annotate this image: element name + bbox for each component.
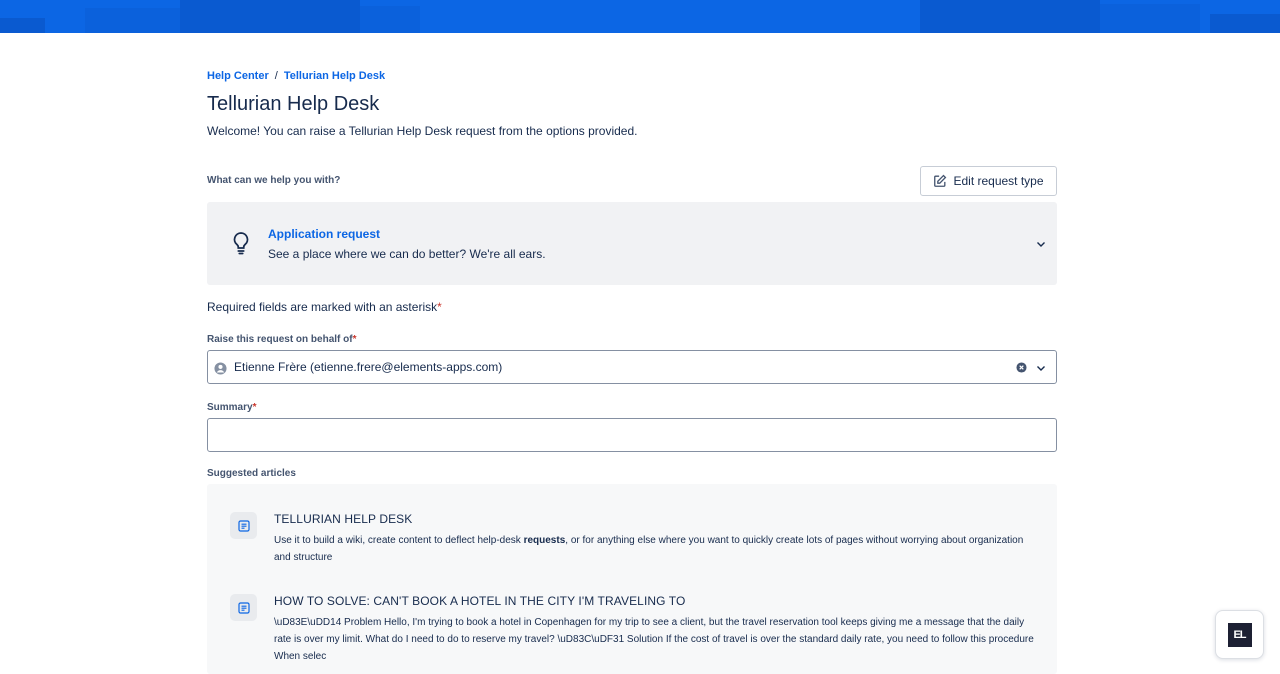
- required-fields-note: Required fields are marked with an aster…: [207, 300, 442, 314]
- on-behalf-label-text: Raise this request on behalf of: [207, 334, 353, 345]
- document-icon: [230, 594, 257, 621]
- request-type-description: See a place where we can do better? We'r…: [268, 247, 546, 261]
- document-icon: [230, 512, 257, 539]
- selected-request-type[interactable]: Application request See a place where we…: [207, 202, 1057, 285]
- page-title: Tellurian Help Desk: [207, 93, 380, 115]
- suggested-articles-label: Suggested articles: [207, 468, 296, 479]
- on-behalf-value: Etienne Frère (etienne.frere@elements-ap…: [234, 360, 503, 374]
- breadcrumb-separator: /: [274, 70, 278, 82]
- chevron-down-icon[interactable]: [1036, 239, 1046, 249]
- clear-icon[interactable]: [1016, 362, 1027, 373]
- summary-label: Summary*: [207, 402, 256, 413]
- on-behalf-label: Raise this request on behalf of*: [207, 334, 357, 345]
- welcome-text: Welcome! You can raise a Tellurian Help …: [207, 124, 638, 138]
- breadcrumb: Help Center / Tellurian Help Desk: [207, 70, 385, 82]
- request-type-label: What can we help you with?: [207, 175, 341, 186]
- header-banner: [0, 0, 1280, 33]
- chevron-down-icon[interactable]: [1036, 363, 1046, 373]
- breadcrumb-help-desk[interactable]: Tellurian Help Desk: [284, 70, 385, 82]
- elements-logo: EL: [1227, 622, 1252, 647]
- lightbulb-icon: [233, 232, 249, 255]
- request-type-title[interactable]: Application request: [268, 227, 380, 241]
- required-asterisk: *: [437, 300, 442, 314]
- suggested-articles-list: TELLURIAN HELP DESK Use it to build a wi…: [207, 484, 1057, 674]
- article-excerpt-highlight: requests: [523, 535, 566, 546]
- breadcrumb-help-center[interactable]: Help Center: [207, 70, 269, 82]
- article-excerpt-start: Use it to build a wiki, create content t…: [274, 535, 524, 546]
- summary-input[interactable]: [207, 418, 1057, 452]
- article-title[interactable]: HOW TO SOLVE: CAN'T BOOK A HOTEL IN THE …: [274, 594, 685, 608]
- article-excerpt: Use it to build a wiki, create content t…: [274, 532, 1034, 566]
- elements-app-badge[interactable]: EL: [1215, 610, 1264, 659]
- required-asterisk: *: [352, 334, 357, 345]
- edit-request-type-label: Edit request type: [953, 174, 1044, 188]
- edit-request-type-button[interactable]: Edit request type: [920, 166, 1057, 196]
- required-asterisk: *: [252, 402, 257, 413]
- article-title[interactable]: TELLURIAN HELP DESK: [274, 512, 412, 526]
- user-avatar-icon: [214, 362, 227, 375]
- summary-label-text: Summary: [207, 402, 253, 413]
- edit-icon: [934, 174, 947, 187]
- on-behalf-select[interactable]: Etienne Frère (etienne.frere@elements-ap…: [207, 350, 1057, 384]
- required-note-text: Required fields are marked with an aster…: [207, 300, 438, 314]
- article-excerpt: \uD83E\uDD14 Problem Hello, I'm trying t…: [274, 617, 1034, 662]
